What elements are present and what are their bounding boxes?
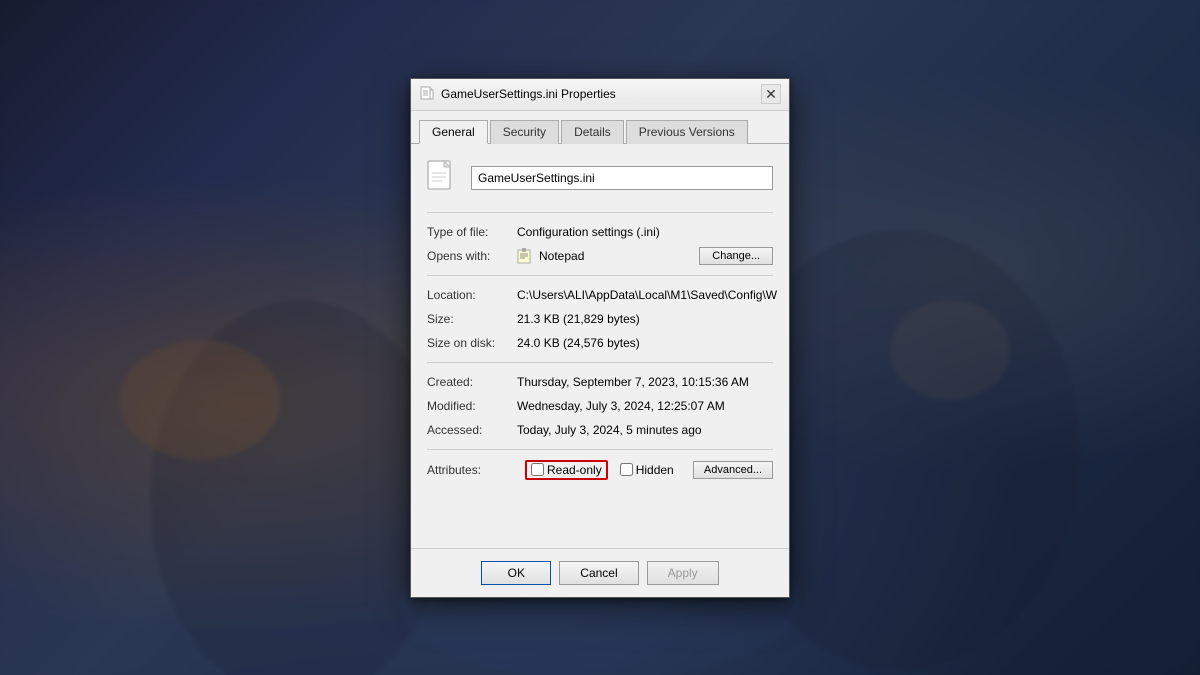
dialog-footer: OK Cancel Apply (411, 548, 789, 597)
type-row: Type of file: Configuration settings (.i… (427, 223, 773, 241)
titlebar: GameUserSettings.ini Properties ✕ (411, 79, 789, 111)
attributes-label: Attributes: (427, 463, 517, 477)
tab-general[interactable]: General (419, 120, 488, 144)
divider-3 (427, 362, 773, 363)
accessed-value: Today, July 3, 2024, 5 minutes ago (517, 421, 773, 439)
filename-input[interactable] (471, 166, 773, 190)
tab-bar: General Security Details Previous Versio… (411, 111, 789, 144)
notepad-icon (517, 248, 533, 264)
modified-row: Modified: Wednesday, July 3, 2024, 12:25… (427, 397, 773, 415)
opens-app-name: Notepad (539, 249, 693, 263)
attributes-row: Attributes: Read-only Hidden Advanced... (427, 460, 773, 480)
size-row: Size: 21.3 KB (21,829 bytes) (427, 310, 773, 328)
size-on-disk-label: Size on disk: (427, 334, 517, 352)
titlebar-icon (419, 86, 435, 102)
modified-label: Modified: (427, 397, 517, 415)
location-label: Location: (427, 286, 517, 304)
close-button[interactable]: ✕ (761, 84, 781, 104)
dialog-title: GameUserSettings.ini Properties (441, 87, 761, 101)
created-row: Created: Thursday, September 7, 2023, 10… (427, 373, 773, 391)
dialog-overlay: GameUserSettings.ini Properties ✕ Genera… (0, 0, 1200, 675)
ok-button[interactable]: OK (481, 561, 551, 585)
location-row: Location: C:\Users\ALI\AppData\Local\M1\… (427, 286, 773, 304)
divider-4 (427, 449, 773, 450)
opens-with-content: Notepad Change... (517, 247, 773, 265)
size-on-disk-value: 24.0 KB (24,576 bytes) (517, 334, 773, 352)
divider-2 (427, 275, 773, 276)
created-value: Thursday, September 7, 2023, 10:15:36 AM (517, 373, 773, 391)
readonly-highlight: Read-only (525, 460, 608, 480)
created-label: Created: (427, 373, 517, 391)
opens-with-row: Opens with: Notepad Change... (427, 247, 773, 265)
tab-security[interactable]: Security (490, 120, 559, 144)
dialog-content: Type of file: Configuration settings (.i… (411, 144, 789, 548)
advanced-button[interactable]: Advanced... (693, 461, 773, 479)
accessed-row: Accessed: Today, July 3, 2024, 5 minutes… (427, 421, 773, 439)
hidden-label: Hidden (636, 463, 674, 477)
location-value: C:\Users\ALI\AppData\Local\M1\Saved\Conf… (517, 286, 777, 304)
size-label: Size: (427, 310, 517, 328)
opens-label: Opens with: (427, 249, 517, 263)
hidden-checkbox-item: Hidden (620, 463, 674, 477)
tab-previous-versions[interactable]: Previous Versions (626, 120, 748, 144)
size-on-disk-row: Size on disk: 24.0 KB (24,576 bytes) (427, 334, 773, 352)
properties-dialog: GameUserSettings.ini Properties ✕ Genera… (410, 78, 790, 598)
readonly-checkbox-item: Read-only (531, 463, 602, 477)
type-value: Configuration settings (.ini) (517, 223, 773, 241)
checkbox-group: Read-only Hidden (525, 460, 685, 480)
size-value: 21.3 KB (21,829 bytes) (517, 310, 773, 328)
cancel-button[interactable]: Cancel (559, 561, 638, 585)
file-icon (427, 160, 459, 196)
type-label: Type of file: (427, 223, 517, 241)
accessed-label: Accessed: (427, 421, 517, 439)
readonly-checkbox[interactable] (531, 463, 544, 476)
filename-row (427, 160, 773, 196)
modified-value: Wednesday, July 3, 2024, 12:25:07 AM (517, 397, 773, 415)
apply-button[interactable]: Apply (647, 561, 719, 585)
readonly-label: Read-only (547, 463, 602, 477)
change-button[interactable]: Change... (699, 247, 773, 265)
hidden-checkbox[interactable] (620, 463, 633, 476)
divider-1 (427, 212, 773, 213)
tab-details[interactable]: Details (561, 120, 624, 144)
